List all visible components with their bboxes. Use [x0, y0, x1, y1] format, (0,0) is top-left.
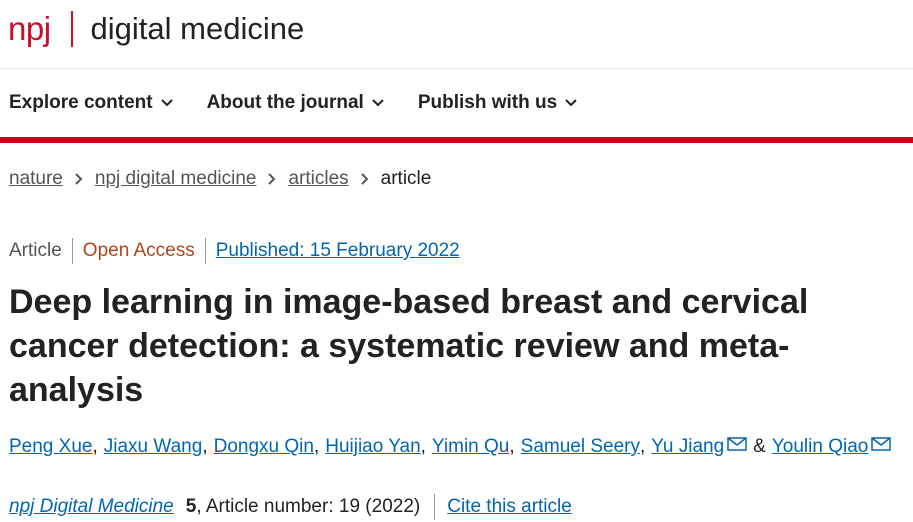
nav-label: About the journal	[206, 92, 364, 113]
breadcrumb-nature[interactable]: nature	[9, 168, 63, 190]
published-date-link[interactable]: Published: 15 February 2022	[216, 240, 460, 262]
article-meta: Article Open Access Published: 15 Februa…	[9, 238, 460, 264]
meta-divider	[204, 238, 206, 264]
chevron-down-icon	[160, 99, 173, 107]
breadcrumb-journal[interactable]: npj digital medicine	[95, 168, 257, 190]
chevron-right-icon	[268, 173, 276, 185]
author-list: Peng Xue, Jiaxu Wang, Dongxu Qin, Huijia…	[9, 436, 892, 458]
meta-divider	[434, 494, 436, 520]
breadcrumb-current: article	[380, 168, 432, 189]
nav-publish-with-us[interactable]: Publish with us	[418, 92, 577, 114]
email-icon[interactable]	[871, 437, 892, 451]
citation-line: npj Digital Medicine 5 , Article number:…	[9, 494, 572, 520]
author-link[interactable]: Samuel Seery	[521, 436, 640, 458]
nav-label: Explore content	[9, 92, 153, 113]
journal-link[interactable]: npj Digital Medicine	[9, 496, 174, 518]
email-icon[interactable]	[727, 437, 747, 451]
chevron-right-icon	[75, 173, 83, 185]
author-separator: ,	[509, 436, 515, 457]
cite-this-article-link[interactable]: Cite this article	[447, 496, 572, 518]
journal-logo[interactable]: npj digital medicine	[8, 10, 304, 48]
author-separator: ,	[313, 436, 320, 457]
brand-npj: npj	[8, 10, 51, 47]
nav-about-journal[interactable]: About the journal	[207, 92, 384, 114]
breadcrumb: nature npj digital medicine articles art…	[9, 168, 431, 190]
nav-label: Publish with us	[417, 92, 558, 113]
brand-divider	[70, 11, 73, 47]
nav-explore-content[interactable]: Explore content	[9, 92, 173, 114]
author-separator: ,	[639, 436, 646, 457]
brand-name: digital medicine	[90, 11, 305, 46]
author-link[interactable]: Yu Jiang	[651, 436, 724, 458]
author-link[interactable]: Jiaxu Wang	[104, 436, 203, 458]
volume-number: 5	[185, 496, 197, 517]
breadcrumb-articles[interactable]: articles	[288, 168, 348, 190]
site-header: npj digital medicine	[0, 0, 913, 69]
chevron-down-icon	[565, 99, 577, 107]
main-nav: Explore content About the journal Publis…	[0, 69, 913, 143]
author-link[interactable]: Huijiao Yan	[325, 436, 420, 458]
article-number: , Article number: 19 (2022)	[196, 496, 421, 517]
author-separator: ,	[420, 436, 426, 457]
chevron-down-icon	[372, 99, 384, 107]
meta-divider	[71, 238, 73, 264]
open-access-label: Open Access	[82, 240, 195, 261]
author-link[interactable]: Yimin Qu	[432, 436, 509, 458]
author-link[interactable]: Dongxu Qin	[214, 436, 314, 458]
article-type: Article	[9, 240, 62, 261]
author-separator: ,	[92, 436, 98, 457]
author-ampersand: &	[753, 436, 766, 457]
author-link[interactable]: Peng Xue	[9, 436, 92, 458]
author-link[interactable]: Youlin Qiao	[772, 436, 868, 458]
article-title: Deep learning in image-based breast and …	[9, 283, 809, 409]
author-separator: ,	[202, 436, 208, 457]
chevron-right-icon	[360, 173, 369, 185]
